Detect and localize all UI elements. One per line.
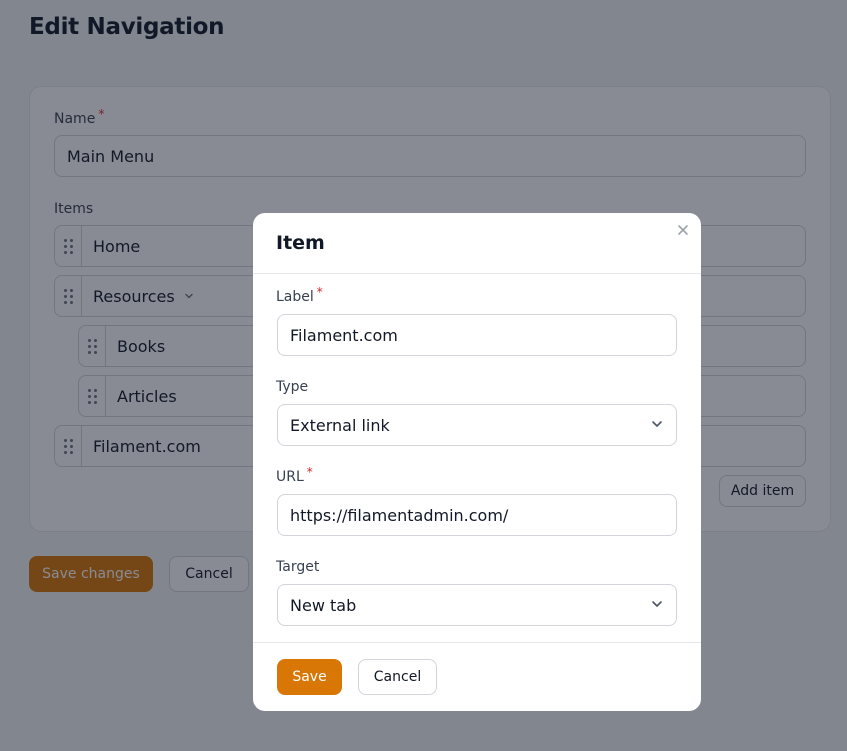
type-label: Type [276,379,309,395]
target-label: Target [276,559,320,575]
required-marker: * [316,285,323,299]
modal-title: Item [276,232,325,254]
save-button[interactable]: Save [277,659,342,695]
url-label-wrap: URL * [276,465,313,485]
label-field-label: Label [276,289,314,305]
target-select[interactable]: New tab [277,584,677,626]
label-input-value: Filament.com [290,325,398,345]
label-input[interactable]: Filament.com [277,314,677,356]
modal-header: Item [253,213,701,274]
type-select[interactable]: External link [277,404,677,446]
close-icon[interactable] [674,221,692,239]
label-field-label-wrap: Label * [276,285,323,305]
type-select-value: External link [290,415,390,435]
chevron-down-icon [650,596,664,615]
item-modal: Item Label * Filament.com Type External l… [253,213,701,711]
url-label: URL [276,469,304,485]
url-input[interactable]: https://filamentadmin.com/ [277,494,677,536]
chevron-down-icon [650,416,664,435]
target-select-value: New tab [290,595,357,615]
modal-footer: Save Cancel [253,642,701,711]
url-input-value: https://filamentadmin.com/ [290,505,509,525]
modal-cancel-button[interactable]: Cancel [358,659,437,695]
required-marker: * [306,465,313,479]
